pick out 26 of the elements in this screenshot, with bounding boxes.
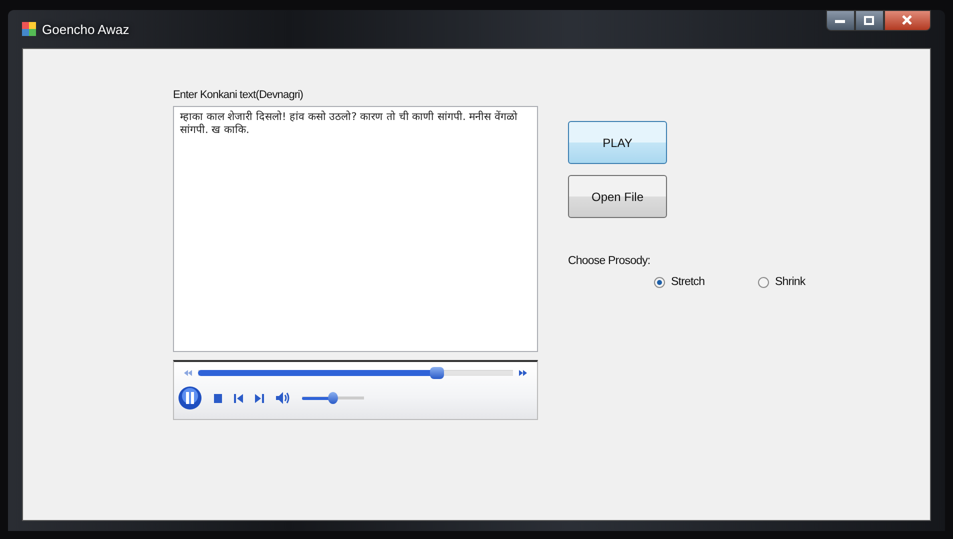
radio-button[interactable]	[654, 276, 665, 288]
next-icon[interactable]	[255, 394, 264, 402]
maximize-button[interactable]	[855, 10, 884, 31]
app-icon	[22, 22, 36, 36]
radio-button[interactable]	[758, 276, 769, 288]
prosody-option[interactable]: Stretch	[654, 276, 758, 288]
pause-button[interactable]	[178, 386, 202, 410]
fast-forward-icon[interactable]	[519, 370, 527, 376]
seek-slider[interactable]	[198, 367, 513, 379]
volume-thumb[interactable]	[328, 392, 338, 404]
close-icon	[902, 15, 912, 25]
minimize-button[interactable]	[826, 10, 855, 31]
play-button[interactable]: PLAY	[568, 121, 667, 164]
prosody-option[interactable]: Shrink	[758, 276, 862, 288]
maximize-icon	[864, 16, 874, 25]
open-file-button[interactable]: Open File	[568, 175, 667, 218]
seek-thumb[interactable]	[430, 367, 444, 379]
volume-icon[interactable]	[276, 392, 290, 404]
previous-icon[interactable]	[234, 394, 243, 402]
prosody-label: Choose Prosody:	[568, 255, 652, 267]
stop-icon[interactable]	[214, 394, 222, 402]
text-label: Enter Konkani text(Devnagri)	[173, 89, 304, 101]
window-title: Goencho Awaz	[42, 22, 130, 36]
text-input-field[interactable]: म्हाका काल शेजारी दिसलो! हांव कसो उठलो? कारण तो ची काणी सांगपी. मनीस वेंगळो सांगपी. ख काकि.	[173, 106, 538, 352]
close-button[interactable]	[884, 10, 931, 31]
minimize-icon	[835, 20, 845, 24]
